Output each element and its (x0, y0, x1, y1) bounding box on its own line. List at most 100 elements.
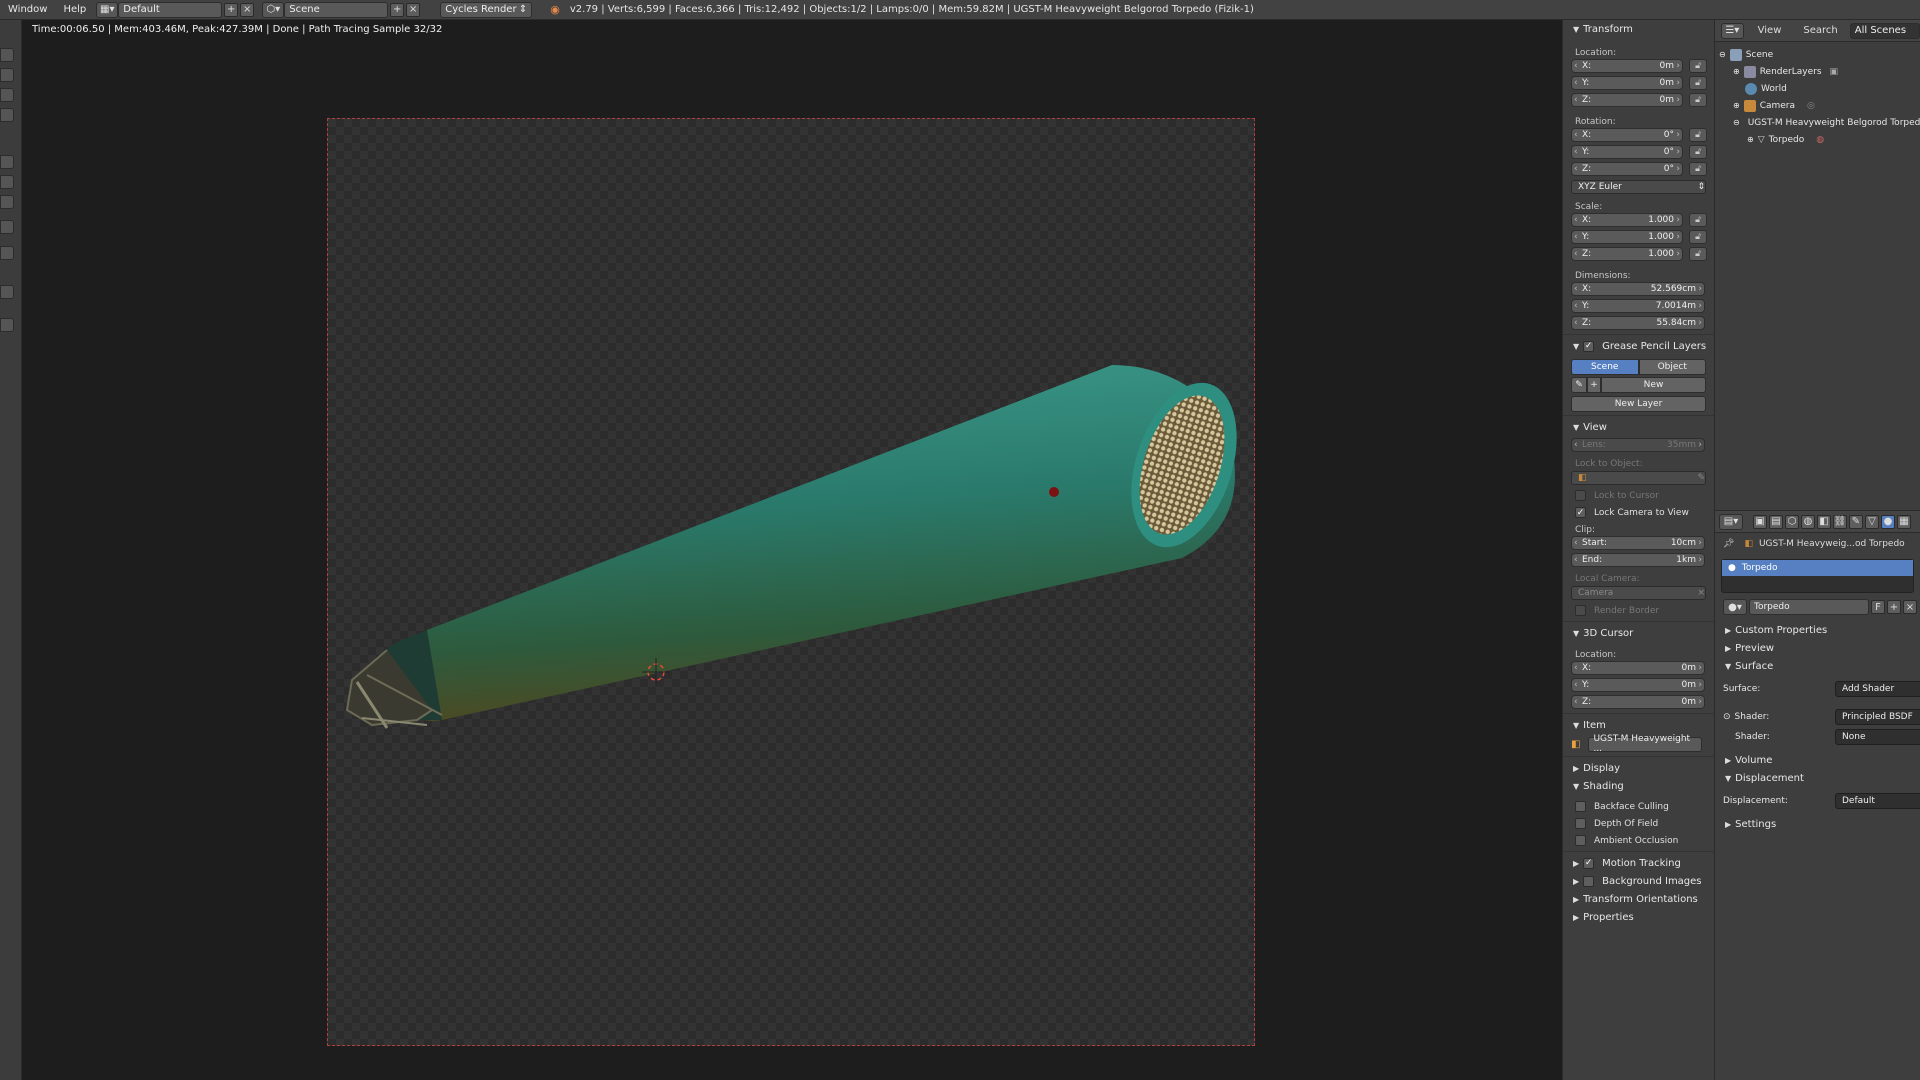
cursor-x-field[interactable]: X: 0m (1571, 661, 1705, 675)
scene-tab-icon[interactable]: ⬡ (1785, 514, 1799, 529)
lock-icon[interactable]: 🔓︎ (1689, 247, 1707, 261)
remove-scene-icon[interactable]: × (406, 2, 421, 17)
pin-icon[interactable]: 📌︎ (1723, 539, 1734, 549)
grease-pencil-checkbox[interactable]: ✓ (1583, 340, 1595, 352)
location-x-field[interactable]: X: 0m (1571, 59, 1683, 73)
checkbox[interactable] (1575, 801, 1586, 812)
data-tab-icon[interactable]: ▽ (1865, 514, 1879, 529)
outliner-item-world[interactable]: World (1715, 80, 1920, 97)
new-grease-button[interactable]: New (1601, 377, 1706, 393)
location-z-field[interactable]: Z: 0m (1571, 93, 1683, 107)
dimension-x-field[interactable]: X: 52.569cm (1571, 282, 1705, 296)
render-tab-icon[interactable]: ▣ (1753, 514, 1767, 529)
constraints-tab-icon[interactable]: ⛓ (1833, 514, 1847, 529)
outliner-item-renderlayers[interactable]: ⊕ RenderLayers ▣ (1715, 63, 1920, 80)
lock-icon[interactable]: 🔓︎ (1689, 213, 1707, 227)
torpedo-body[interactable] (373, 365, 1256, 721)
lock-to-cursor-option[interactable]: Lock to Cursor (1563, 487, 1714, 504)
shelf-tab-extra[interactable] (0, 195, 14, 209)
lock-icon[interactable]: 🔓︎ (1689, 93, 1707, 107)
checkbox[interactable] (1575, 605, 1586, 616)
checkbox[interactable]: ✓ (1575, 507, 1586, 518)
scene-icon[interactable]: ⬡▾ (262, 1, 285, 18)
lock-icon[interactable]: 🔓︎ (1689, 230, 1707, 244)
transform-orientations-header[interactable]: ▶ Transform Orientations (1563, 890, 1714, 908)
checkbox[interactable] (1575, 490, 1586, 501)
clip-end-field[interactable]: End: 1km (1571, 553, 1705, 567)
display-mode-select[interactable]: All Scenes (1849, 22, 1920, 39)
add-scene-icon[interactable]: + (390, 2, 405, 17)
outliner-view-menu[interactable]: View (1758, 25, 1782, 36)
torpedo-render[interactable] (22, 20, 1562, 1080)
displacement-header[interactable]: ▼ Displacement (1715, 769, 1920, 787)
material-slot-item[interactable]: ● Torpedo (1722, 560, 1913, 576)
scene-name-field[interactable]: Scene (284, 1, 389, 18)
backface-culling-option[interactable]: Backface Culling (1563, 798, 1714, 815)
dimension-z-field[interactable]: Z: 55.84cm (1571, 316, 1705, 330)
layout-name-field[interactable]: Default (118, 1, 223, 18)
render-engine-select[interactable]: Cycles Render ⇕ (440, 1, 533, 18)
surface-shader-select[interactable]: Add Shader (1835, 681, 1920, 697)
rotation-z-field[interactable]: Z: 0° (1571, 162, 1683, 176)
transform-panel-header[interactable]: ▼ Transform (1563, 20, 1714, 38)
cursor-panel-header[interactable]: ▼ 3D Cursor (1563, 624, 1714, 642)
shelf-tab-grease[interactable] (0, 175, 14, 189)
remove-layout-icon[interactable]: × (240, 2, 255, 17)
lock-icon[interactable]: 🔓︎ (1689, 76, 1707, 90)
lock-icon[interactable]: 🔓︎ (1689, 162, 1707, 176)
scale-z-field[interactable]: Z: 1.000 (1571, 247, 1683, 261)
cursor-z-field[interactable]: Z: 0m (1571, 695, 1705, 709)
object-tab-icon[interactable]: ◧ (1817, 514, 1831, 529)
add-icon[interactable]: + (1587, 377, 1601, 393)
shelf-tab-create[interactable] (0, 68, 14, 82)
lock-icon[interactable]: 🔓︎ (1689, 128, 1707, 142)
new-layer-button[interactable]: New Layer (1571, 396, 1706, 412)
grease-pencil-header[interactable]: ▼ ✓ Grease Pencil Layers (1563, 337, 1714, 355)
layers-tab-icon[interactable]: ▤ (1769, 514, 1783, 529)
outliner-item-torpedo-mesh[interactable]: ⊕ ▽ Torpedo ◍ (1715, 131, 1920, 148)
background-images-checkbox[interactable] (1583, 875, 1595, 887)
motion-tracking-header[interactable]: ▶ ✓ Motion Tracking (1563, 854, 1714, 872)
menu-window[interactable]: Window (0, 4, 55, 15)
editor-type-icon[interactable]: ☰▾ (1721, 22, 1744, 39)
dimension-y-field[interactable]: Y: 7.0014m (1571, 299, 1705, 313)
texture-tab-icon[interactable]: ▦ (1897, 514, 1911, 529)
motion-tracking-checkbox[interactable]: ✓ (1583, 857, 1595, 869)
local-camera-field[interactable]: Camera × (1571, 586, 1706, 600)
ambient-occlusion-option[interactable]: Ambient Occlusion (1563, 832, 1714, 849)
location-y-field[interactable]: Y: 0m (1571, 76, 1683, 90)
outliner-item-camera[interactable]: ⊕ Camera ◎ (1715, 97, 1920, 114)
shelf-tab-options[interactable] (0, 285, 14, 299)
shelf-tab-relations[interactable] (0, 88, 14, 102)
new-material-icon[interactable]: + (1887, 600, 1901, 614)
world-tab-icon[interactable]: ◍ (1801, 514, 1815, 529)
shelf-tab-physics[interactable] (0, 155, 14, 169)
lock-icon[interactable]: 🔓︎ (1689, 145, 1707, 159)
item-panel-header[interactable]: ▼ Item (1563, 716, 1714, 734)
background-images-header[interactable]: ▶ Background Images (1563, 872, 1714, 890)
fake-user-button[interactable]: F (1871, 600, 1885, 614)
view-panel-header[interactable]: ▼ View (1563, 418, 1714, 436)
scale-y-field[interactable]: Y: 1.000 (1571, 230, 1683, 244)
settings-header[interactable]: ▶ Settings (1715, 815, 1920, 833)
shelf-tab-misc[interactable] (0, 220, 14, 234)
shelf-tab-tools[interactable] (0, 48, 14, 62)
rotation-x-field[interactable]: X: 0° (1571, 128, 1683, 142)
tab-scene[interactable]: Scene (1571, 359, 1639, 375)
outliner-item-scene[interactable]: ⊖ Scene (1715, 46, 1920, 63)
rotation-y-field[interactable]: Y: 0° (1571, 145, 1683, 159)
surface-header[interactable]: ▼ Surface (1715, 657, 1920, 675)
volume-header[interactable]: ▶ Volume (1715, 751, 1920, 769)
editor-type-icon[interactable]: ▤▾ (1719, 513, 1743, 530)
shelf-tab-animation[interactable] (0, 108, 14, 122)
material-tab-icon[interactable]: ● (1881, 514, 1895, 529)
shelf-tab-addon[interactable] (0, 246, 14, 260)
material-name-field[interactable]: Torpedo (1749, 599, 1869, 615)
lock-icon[interactable]: 🔓︎ (1689, 59, 1707, 73)
modifiers-tab-icon[interactable]: ✎ (1849, 514, 1863, 529)
shelf-tab-more[interactable] (0, 318, 14, 332)
material-slot-list[interactable]: ● Torpedo (1721, 559, 1914, 593)
3d-viewport[interactable]: Time:00:06.50 | Mem:403.46M, Peak:427.39… (22, 20, 1562, 1080)
menu-help[interactable]: Help (55, 4, 94, 15)
screen-layout-icon[interactable]: ▦▾ (96, 1, 119, 18)
